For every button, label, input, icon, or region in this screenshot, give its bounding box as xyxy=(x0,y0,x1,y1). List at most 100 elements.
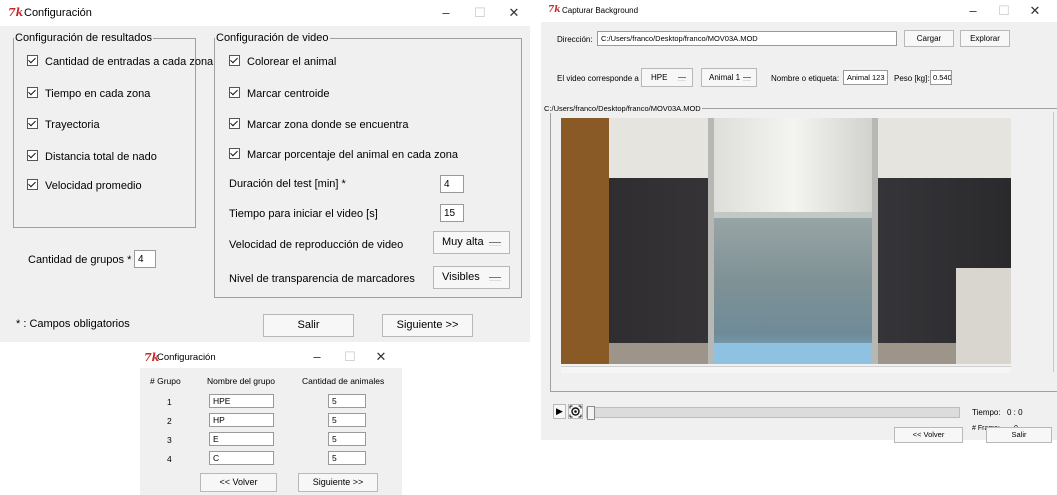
groups-titlebar: 7k Configuración – ☐ ✕ xyxy=(140,346,402,368)
header-group-number: # Grupo xyxy=(150,376,181,386)
playback-speed-menu[interactable]: Muy alta xyxy=(433,231,510,254)
tag-label: Nombre o etiqueta: xyxy=(771,74,840,83)
menu-indicator-icon xyxy=(678,76,686,81)
header-animal-count: Cantidad de animales xyxy=(302,376,385,386)
time-value: 0 : 0 xyxy=(1007,408,1023,417)
checkbox-icon xyxy=(27,118,38,129)
animal-count-input[interactable]: 5 xyxy=(328,432,366,446)
back-button[interactable]: << Volver xyxy=(200,473,277,492)
play-button[interactable]: ▶ xyxy=(553,404,566,419)
checkbox-total-distance[interactable]: Distancia total de nado xyxy=(27,150,157,166)
menu-indicator-icon xyxy=(743,76,751,81)
required-fields-note: * : Campos obligatorios xyxy=(16,318,130,330)
checkbox-color-animal[interactable]: Colorear el animal xyxy=(229,55,336,71)
timeline-handle[interactable] xyxy=(587,406,595,420)
checkbox-icon xyxy=(27,179,38,190)
checkbox-mark-centroid[interactable]: Marcar centroide xyxy=(229,87,330,103)
animal-count-input[interactable]: 5 xyxy=(328,451,366,465)
checkbox-icon xyxy=(229,87,240,98)
start-time-input[interactable]: 15 xyxy=(440,204,464,222)
horizontal-scrollbar[interactable] xyxy=(561,366,1011,373)
group-number: 2 xyxy=(167,416,172,426)
time-label: Tiempo: xyxy=(972,408,1001,417)
playback-speed-label: Velocidad de reproducción de video xyxy=(229,239,404,251)
group-number: 4 xyxy=(167,454,172,464)
weight-label: Peso [kg]: xyxy=(894,74,930,83)
results-config-legend: Configuración de resultados xyxy=(15,32,152,44)
groups-count-label: Cantidad de grupos * xyxy=(28,254,132,266)
transparency-label: Nivel de transparencia de marcadores xyxy=(229,273,415,285)
vertical-scrollbar[interactable] xyxy=(1053,112,1057,372)
header-group-name: Nombre del grupo xyxy=(207,376,276,386)
play-icon: ▶ xyxy=(556,406,563,416)
camera-icon xyxy=(569,405,582,418)
video-config-group: Configuración de video xyxy=(214,32,522,298)
duration-label: Duración del test [min] * xyxy=(229,178,346,190)
close-button[interactable]: ✕ xyxy=(500,3,528,23)
checkbox-trajectory[interactable]: Trayectoria xyxy=(27,118,100,134)
start-time-label: Tiempo para iniciar el video [s] xyxy=(229,208,378,220)
group-name-input[interactable]: C xyxy=(209,451,274,465)
load-button[interactable]: Cargar xyxy=(904,30,954,47)
close-button[interactable]: ✕ xyxy=(367,347,395,367)
path-label: Dirección: xyxy=(557,35,593,44)
path-input[interactable]: C:/Users/franco/Desktop/franco/MOV03A.MO… xyxy=(597,31,897,46)
maximize-button: ☐ xyxy=(344,349,356,364)
capture-titlebar: 7k Capturar Background – ☐ ✕ xyxy=(541,0,1057,22)
minimize-button[interactable]: – xyxy=(303,347,331,367)
groups-window: 7k Configuración – ☐ ✕ # Grupo Nombre de… xyxy=(140,346,402,495)
config-window: 7k Configuración – ☐ ✕ Configuración de … xyxy=(0,0,530,342)
group-name-input[interactable]: E xyxy=(209,432,274,446)
next-button[interactable]: Siguiente >> xyxy=(298,473,378,492)
capture-background-window: 7k Capturar Background – ☐ ✕ Dirección: … xyxy=(541,0,1057,440)
animal-menu[interactable]: Animal 1 xyxy=(701,68,757,87)
menu-indicator-icon xyxy=(489,276,501,281)
checkbox-average-speed[interactable]: Velocidad promedio xyxy=(27,179,142,195)
video-frame-legend: C:/Users/franco/Desktop/franco/MOV03A.MO… xyxy=(544,104,701,113)
animal-count-input[interactable]: 5 xyxy=(328,413,366,427)
tag-input[interactable]: Animal 123 xyxy=(843,70,888,85)
capture-exit-button[interactable]: Salir xyxy=(986,427,1052,443)
checkbox-icon xyxy=(27,150,38,161)
checkbox-icon xyxy=(27,55,38,66)
checkbox-zone-entries[interactable]: Cantidad de entradas a cada zona xyxy=(27,55,213,71)
next-button[interactable]: Siguiente >> xyxy=(382,314,473,337)
menu-indicator-icon xyxy=(489,241,501,246)
group-name-input[interactable]: HP xyxy=(209,413,274,427)
group-number: 3 xyxy=(167,435,172,445)
checkbox-icon xyxy=(229,55,240,66)
window-title: Configuración xyxy=(24,7,92,19)
group-name-input[interactable]: HPE xyxy=(209,394,274,408)
video-group-menu[interactable]: HPE xyxy=(641,68,693,87)
exit-button[interactable]: Salir xyxy=(263,314,354,337)
window-title: Capturar Background xyxy=(562,6,639,15)
video-config-legend: Configuración de video xyxy=(216,32,329,44)
tk-logo-icon: 7k xyxy=(548,5,561,15)
duration-input[interactable]: 4 xyxy=(440,175,464,193)
video-group-label: El video corresponde a xyxy=(557,74,639,83)
video-preview xyxy=(561,118,1011,364)
group-number: 1 xyxy=(167,397,172,407)
timeline-slider[interactable] xyxy=(586,406,960,420)
maximize-button: ☐ xyxy=(474,5,486,20)
video-frame-image xyxy=(561,118,1011,364)
transparency-menu[interactable]: Visibles xyxy=(433,266,510,289)
config-titlebar: 7k Configuración – ☐ ✕ xyxy=(0,0,530,26)
window-title: Configuración xyxy=(157,352,216,363)
checkbox-icon xyxy=(229,148,240,159)
browse-button[interactable]: Explorar xyxy=(960,30,1010,47)
minimize-button[interactable]: – xyxy=(959,1,987,21)
checkbox-icon xyxy=(229,118,240,129)
checkbox-icon xyxy=(27,87,38,98)
close-button[interactable]: ✕ xyxy=(1021,1,1049,21)
weight-input[interactable]: 0.540 xyxy=(930,70,952,85)
animal-count-input[interactable]: 5 xyxy=(328,394,366,408)
capture-frame-button[interactable] xyxy=(568,404,583,419)
checkbox-mark-percentage[interactable]: Marcar porcentaje del animal en cada zon… xyxy=(229,148,458,164)
checkbox-mark-zone[interactable]: Marcar zona donde se encuentra xyxy=(229,118,408,134)
maximize-button: ☐ xyxy=(998,3,1010,18)
minimize-button[interactable]: – xyxy=(432,3,460,23)
checkbox-time-per-zone[interactable]: Tiempo en cada zona xyxy=(27,87,150,103)
groups-count-input[interactable]: 4 xyxy=(134,250,156,268)
capture-back-button[interactable]: << Volver xyxy=(894,427,963,443)
